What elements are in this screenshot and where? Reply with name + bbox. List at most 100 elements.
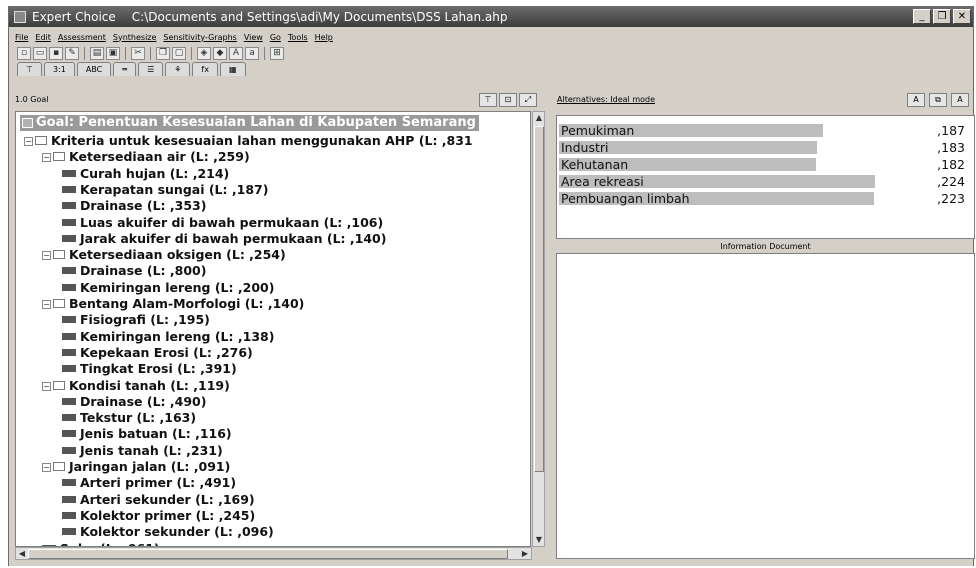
tab-table[interactable]: ▦ (219, 62, 246, 76)
tree-node[interactable]: Kemiringan lereng (L: ,200) (62, 280, 274, 296)
menu-synthesize[interactable]: Synthesize (113, 33, 157, 42)
close-button[interactable]: ✕ (953, 9, 971, 24)
node-box-icon (22, 118, 33, 128)
font-settings-icon[interactable]: A (907, 93, 925, 107)
tree-node[interactable]: Arteri primer (L: ,491) (62, 475, 236, 491)
copy-icon[interactable]: ❐ (156, 46, 170, 60)
tree-node[interactable]: Kemiringan lereng (L: ,138) (62, 329, 274, 345)
node-view-icon[interactable]: ⊡ (499, 93, 517, 107)
menu-sensitivity-graphs[interactable]: Sensitivity-Graphs (163, 33, 236, 42)
menu-file[interactable]: File (15, 33, 28, 42)
zoom-icon[interactable]: ⤢ (519, 93, 537, 107)
cut-icon[interactable]: ✂ (131, 46, 145, 60)
print-preview-icon[interactable]: ▣ (106, 46, 120, 60)
font-increase-icon[interactable]: A (229, 46, 243, 60)
tree-node[interactable]: − Jaringan jalan (L: ,091) (42, 459, 230, 475)
menu-tools[interactable]: Tools (288, 33, 308, 42)
goal-node[interactable]: Goal: Penentuan Kesesuaian Lahan di Kabu… (20, 115, 479, 131)
tree-node[interactable]: − Ketersediaan oksigen (L: ,254) (42, 247, 286, 263)
collapse-toggle-icon[interactable]: − (42, 381, 51, 391)
scroll-right-arrow-icon[interactable]: ▶ (519, 548, 531, 559)
scroll-thumb[interactable] (534, 126, 544, 472)
tree-node-label: Arteri sekunder (L: ,169) (80, 491, 255, 507)
node-delete-icon[interactable]: ◆ (213, 46, 227, 60)
maximize-button[interactable]: ❐ (933, 9, 951, 24)
node-add-icon[interactable]: ◈ (197, 46, 211, 60)
new-file-icon[interactable]: ▫ (17, 46, 31, 60)
tab-tree-view[interactable]: ⊤ (17, 62, 42, 76)
paste-icon[interactable]: ▢ (172, 46, 186, 60)
tree-node[interactable]: Luas akuifer di bawah permukaan (L: ,106… (62, 215, 383, 231)
tab-pairwise[interactable]: 3:1 (43, 62, 75, 76)
scroll-up-arrow-icon[interactable]: ▲ (534, 112, 544, 124)
collapse-toggle-icon[interactable]: − (42, 251, 51, 261)
alternatives-mode-link[interactable]: Alternatives: Ideal mode (557, 95, 655, 104)
app-icon[interactable] (14, 11, 26, 23)
tab-bars[interactable]: ═ (113, 62, 137, 76)
tree-view-icon[interactable]: ⊤ (479, 93, 497, 107)
tab-bars-2[interactable]: ☰ (138, 62, 164, 76)
tab-abc[interactable]: ABC (76, 62, 112, 76)
save-icon[interactable]: ▪ (49, 46, 63, 60)
tree-node[interactable]: Jenis tanah (L: ,231) (62, 443, 223, 459)
tree-node-label: Jenis tanah (L: ,231) (80, 442, 223, 458)
tab-formula[interactable]: fx (192, 62, 218, 76)
tree-node[interactable]: Tingkat Erosi (L: ,391) (62, 361, 237, 377)
tree-node[interactable]: Jarak akuifer di bawah permukaan (L: ,14… (62, 231, 386, 247)
tree-node[interactable]: Kepekaan Erosi (L: ,276) (62, 345, 253, 361)
alternatives-font-icon[interactable]: A (951, 93, 969, 107)
tree-node[interactable]: Drainase (L: ,490) (62, 394, 206, 410)
menu-assessment[interactable]: Assessment (58, 33, 106, 42)
hierarchy-tree[interactable]: Goal: Penentuan Kesesuaian Lahan di Kabu… (15, 111, 531, 547)
collapse-toggle-icon[interactable]: − (24, 137, 33, 146)
tree-node[interactable]: Drainase (L: ,800) (62, 263, 206, 279)
tab-hierarchy[interactable]: ⚘ (165, 62, 191, 76)
edit-icon[interactable]: ✎ (65, 46, 79, 60)
title-bar[interactable]: Expert Choice C:\Documents and Settings\… (9, 7, 973, 27)
menu-edit[interactable]: Edit (35, 33, 51, 42)
tree-node[interactable]: − Ketersediaan air (L: ,259) (42, 149, 250, 165)
model-view-icon[interactable]: ⊞ (270, 46, 284, 60)
scroll-left-arrow-icon[interactable]: ◀ (16, 548, 28, 559)
alternative-row[interactable]: Pembuangan limbah ,223 (559, 191, 971, 206)
print-icon[interactable]: ▤ (90, 46, 104, 60)
tree-node-label: Jaringan jalan (L: ,091) (69, 459, 231, 474)
collapse-toggle-icon[interactable]: − (42, 463, 51, 472)
alternative-row[interactable]: Kehutanan ,182 (559, 157, 971, 172)
information-document[interactable] (556, 253, 975, 559)
tree-node[interactable]: Kerapatan sungai (L: ,187) (62, 182, 268, 198)
tree-node[interactable]: Drainase (L: ,353) (62, 198, 206, 214)
tree-node[interactable]: − Kondisi tanah (L: ,119) (42, 378, 230, 394)
alternative-row[interactable]: Pemukiman ,187 (559, 123, 971, 138)
alternative-priority: ,223 (937, 191, 965, 206)
tree-node[interactable]: Kolektor primer (L: ,245) (62, 508, 255, 524)
scroll-down-arrow-icon[interactable]: ▼ (534, 534, 544, 546)
tree-node[interactable]: Tekstur (L: ,163) (62, 410, 196, 426)
collapse-toggle-icon[interactable]: − (42, 300, 51, 309)
tree-node-label: Arteri primer (L: ,491) (80, 475, 237, 491)
tree-node[interactable]: − Kriteria untuk kesesuaian lahan menggun… (24, 133, 473, 149)
font-decrease-icon[interactable]: a (245, 46, 259, 60)
menu-help[interactable]: Help (315, 33, 333, 42)
alternative-row[interactable]: Area rekreasi ,224 (559, 174, 971, 189)
tree-node[interactable]: Curah hujan (L: ,214) (62, 166, 229, 182)
node-box-icon (53, 462, 65, 471)
tree-node[interactable]: Arteri sekunder (L: ,169) (62, 492, 255, 508)
alternative-row[interactable]: Industri ,183 (559, 140, 971, 155)
tree-node[interactable]: − Bentang Alam-Morfologi (L: ,140) (42, 296, 304, 312)
tree-horizontal-scrollbar[interactable]: ◀ ▶ (15, 547, 532, 560)
scroll-thumb[interactable] (28, 549, 508, 559)
tree-node[interactable]: Kolektor sekunder (L: ,096) (62, 524, 274, 540)
menu-go[interactable]: Go (270, 33, 281, 42)
minimize-button[interactable]: _ (913, 9, 931, 24)
copy-view-icon[interactable]: ⧉ (929, 93, 947, 107)
tree-vertical-scrollbar[interactable]: ▲ ▼ (532, 111, 545, 547)
collapse-toggle-icon[interactable]: − (42, 153, 51, 163)
leaf-node-icon (62, 365, 76, 373)
leaf-node-icon (62, 202, 76, 210)
alternatives-list: Pemukiman ,187 Industri ,183 Kehutanan ,182 Ar… (556, 115, 975, 239)
menu-view[interactable]: View (244, 33, 263, 42)
tree-node[interactable]: Fisiografi (L: ,195) (62, 312, 210, 328)
tree-node[interactable]: Jenis batuan (L: ,116) (62, 426, 232, 442)
open-folder-icon[interactable]: ▭ (33, 46, 47, 60)
